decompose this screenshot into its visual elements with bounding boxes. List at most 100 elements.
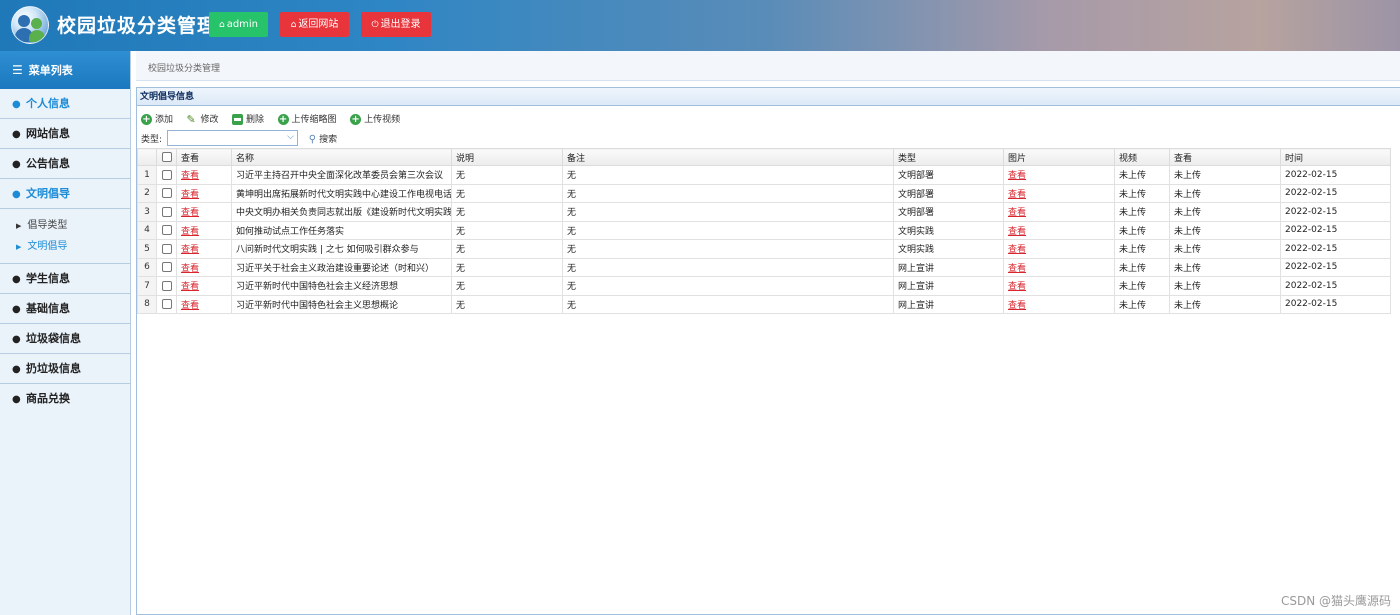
row-checkbox-cell[interactable]: [156, 239, 177, 259]
type-cell: 网上宣讲: [893, 257, 1004, 277]
picture-link[interactable]: 查看: [1008, 208, 1026, 218]
view-link-container[interactable]: 查看: [176, 220, 232, 240]
upload-thumbnail-button[interactable]: + 上传缩略图: [277, 112, 337, 125]
back-to-site-button[interactable]: ⌂ 返回网站: [280, 12, 349, 37]
picture-link-container[interactable]: 查看: [1003, 202, 1115, 222]
upload-thumbnail-label: 上传缩略图: [291, 114, 337, 125]
picture-link-container[interactable]: 查看: [1003, 276, 1115, 296]
column-header[interactable]: 类型: [893, 148, 1004, 166]
picture-link[interactable]: 查看: [1008, 190, 1026, 200]
sidebar-item-students[interactable]: ● 学生信息: [0, 264, 130, 294]
home-icon: ⌂: [290, 20, 297, 30]
column-header[interactable]: 查看: [1169, 148, 1281, 166]
picture-link-container[interactable]: 查看: [1003, 257, 1115, 277]
view-link[interactable]: 查看: [181, 245, 199, 255]
sidebar-item-basic[interactable]: ● 基础信息: [0, 294, 130, 324]
view-link-container[interactable]: 查看: [176, 294, 232, 314]
row-checkbox-cell[interactable]: [156, 183, 177, 203]
sidebar-item-garbage-bags[interactable]: ● 垃圾袋信息: [0, 324, 130, 354]
column-header[interactable]: 图片: [1003, 148, 1115, 166]
row-checkbox-cell[interactable]: [156, 257, 177, 277]
table-row[interactable]: 5 查看 八问新时代文明实践 | 之七 如何吸引群众参与无无文明实践 查看 未上传 未上传…: [137, 239, 1391, 259]
picture-link[interactable]: 查看: [1008, 301, 1026, 311]
column-header[interactable]: 备注: [562, 148, 894, 166]
checkbox[interactable]: [161, 151, 172, 162]
delete-button[interactable]: 删除: [232, 112, 264, 125]
picture-link-container[interactable]: 查看: [1003, 239, 1115, 259]
picture-link[interactable]: 查看: [1008, 264, 1026, 274]
row-checkbox-cell[interactable]: [156, 276, 177, 296]
note-cell: 无: [562, 239, 894, 259]
picture-link-container[interactable]: 查看: [1003, 183, 1115, 203]
view-link-container[interactable]: 查看: [176, 165, 232, 185]
column-header[interactable]: 说明: [451, 148, 563, 166]
type-filter-select[interactable]: ⌵: [166, 130, 298, 146]
picture-link-container[interactable]: 查看: [1003, 220, 1115, 240]
picture-link[interactable]: 查看: [1008, 245, 1026, 255]
picture-link[interactable]: 查看: [1008, 171, 1026, 181]
upload-video-button[interactable]: + 上传视频: [350, 112, 400, 125]
search-button[interactable]: ⚲ 搜索: [309, 132, 337, 145]
row-checkbox-cell[interactable]: [156, 294, 177, 314]
type-cell: 网上宣讲: [893, 276, 1004, 296]
view-link[interactable]: 查看: [181, 190, 199, 200]
view-link[interactable]: 查看: [181, 264, 199, 274]
row-checkbox-cell[interactable]: [156, 202, 177, 222]
view-link[interactable]: 查看: [181, 171, 199, 181]
row-checkbox-cell[interactable]: [156, 165, 177, 185]
picture-link-container[interactable]: 查看: [1003, 165, 1115, 185]
table-row[interactable]: 3 查看 中央文明办相关负责同志就出版《建设新时代文明实践中心无无文明部署 查看 未上传…: [137, 202, 1391, 222]
sidebar-item-personal[interactable]: ● 个人信息: [0, 89, 130, 119]
table-row[interactable]: 2 查看 黄坤明出席拓展新时代文明实践中心建设工作电视电话会议无无文明部署 查看 未上传…: [137, 183, 1391, 203]
column-header[interactable]: 名称: [231, 148, 452, 166]
row-checkbox[interactable]: [161, 243, 172, 254]
table-row[interactable]: 4 查看 如何推动试点工作任务落实无无文明实践 查看 未上传 未上传 2022-02-15: [137, 220, 1391, 240]
table-row[interactable]: 7 查看 习近平新时代中国特色社会主义经济思想无无网上宣讲 查看 未上传 未上传 2022-…: [137, 276, 1391, 296]
admin-button[interactable]: ⌂ admin: [209, 12, 268, 37]
time-cell: 2022-02-15: [1280, 257, 1391, 277]
add-button[interactable]: + 添加: [141, 112, 173, 125]
row-checkbox[interactable]: [161, 280, 172, 291]
column-header[interactable]: 查看: [176, 148, 232, 166]
sidebar-item-website[interactable]: ● 网站信息: [0, 119, 130, 149]
view-link[interactable]: 查看: [181, 208, 199, 218]
video-cell: 未上传: [1114, 183, 1170, 203]
view-link-container[interactable]: 查看: [176, 257, 232, 277]
view-link[interactable]: 查看: [181, 227, 199, 237]
add-label: 添加: [155, 114, 174, 125]
picture-link[interactable]: 查看: [1008, 227, 1026, 237]
edit-button[interactable]: ✎ 修改: [187, 112, 219, 125]
row-checkbox[interactable]: [161, 225, 172, 235]
sidebar-subitem-civilization[interactable]: ▶ 文明倡导: [0, 236, 130, 257]
table-row[interactable]: 1 查看 习近平主持召开中央全面深化改革委员会第三次会议无无文明部署 查看 未上传 未上传…: [137, 165, 1391, 185]
row-checkbox[interactable]: [161, 262, 172, 272]
type-cell: 文明部署: [893, 183, 1004, 203]
sidebar-item-throw-garbage[interactable]: ● 扔垃圾信息: [0, 354, 130, 384]
view-link-container[interactable]: 查看: [176, 276, 232, 296]
table-row[interactable]: 8 查看 习近平新时代中国特色社会主义思想概论无无网上宣讲 查看 未上传 未上传 2022-…: [137, 294, 1391, 314]
column-header[interactable]: 时间: [1280, 148, 1391, 166]
row-checkbox-cell[interactable]: [156, 220, 177, 240]
picture-link-container[interactable]: 查看: [1003, 294, 1115, 314]
view-link-container[interactable]: 查看: [176, 239, 232, 259]
row-checkbox[interactable]: [161, 299, 172, 309]
view-link-container[interactable]: 查看: [176, 183, 232, 203]
description-cell: 无: [451, 257, 563, 277]
sidebar-item-civilization[interactable]: ● 文明倡导: [0, 179, 130, 209]
view-link[interactable]: 查看: [181, 282, 199, 292]
column-header[interactable]: 视频: [1114, 148, 1170, 166]
sidebar-item-notice[interactable]: ● 公告信息: [0, 149, 130, 179]
time-cell: 2022-02-15: [1280, 165, 1391, 185]
sidebar-subitem-advocacy-type[interactable]: ▶ 倡导类型: [0, 215, 130, 236]
select-all-checkbox[interactable]: [156, 148, 177, 166]
view-link[interactable]: 查看: [181, 301, 199, 311]
view-link-container[interactable]: 查看: [176, 202, 232, 222]
row-checkbox[interactable]: [161, 188, 172, 198]
row-checkbox[interactable]: [161, 206, 172, 217]
picture-link[interactable]: 查看: [1008, 282, 1026, 292]
table-row[interactable]: 6 查看 习近平关于社会主义政治建设重要论述（时和兴）无无网上宣讲 查看 未上传 未上传 2…: [137, 257, 1391, 277]
sidebar-item-exchange[interactable]: ● 商品兑换: [0, 384, 130, 414]
view-cell: 未上传: [1169, 165, 1281, 185]
logout-button[interactable]: ⏻ 退出登录: [361, 12, 431, 37]
row-checkbox[interactable]: [161, 169, 172, 180]
